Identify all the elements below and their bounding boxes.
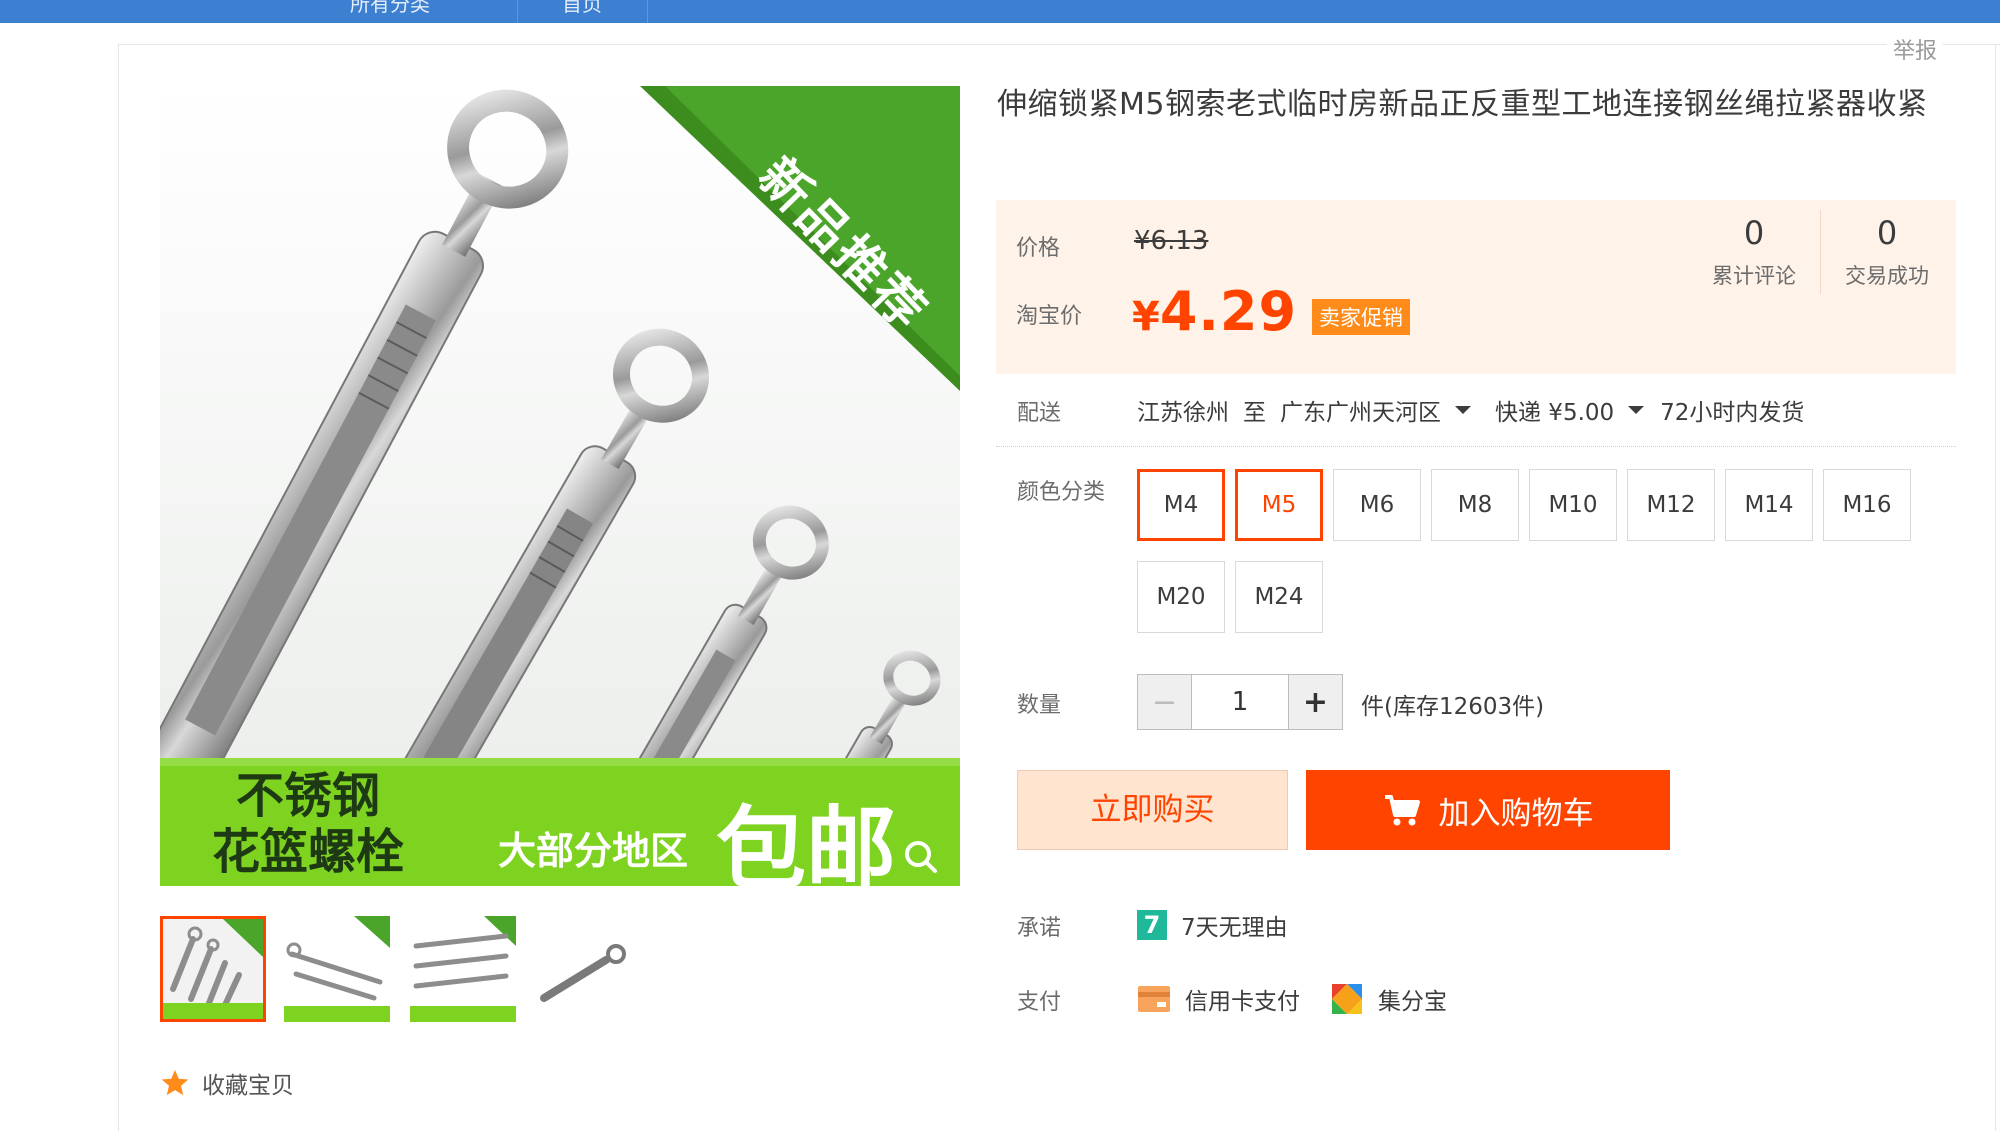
buy-now-button[interactable]: 立即购买	[1017, 770, 1288, 850]
sku-option-m14[interactable]: M14	[1725, 469, 1813, 541]
taobao-price-label: 淘宝价	[1016, 304, 1083, 329]
free-shipping-small: 大部分地区	[498, 829, 689, 873]
thumbnail-4[interactable]	[536, 916, 642, 1022]
frame-right-rule	[1995, 44, 1996, 1131]
promise-label: 承诺	[1017, 916, 1062, 941]
promise-row[interactable]: 7 7天无理由	[1137, 908, 1288, 942]
thumbnail-3[interactable]	[410, 916, 516, 1022]
sku-option-m16[interactable]: M16	[1823, 469, 1911, 541]
main-product-image[interactable]: 新品推荐 不锈钢 花篮螺栓 大部分地区 包邮	[160, 86, 960, 886]
original-price: ¥6.13	[1134, 226, 1209, 256]
quantity-input[interactable]: 1	[1192, 675, 1288, 729]
price-label: 价格	[1016, 236, 1061, 261]
add-to-cart-button[interactable]: 加入购物车	[1306, 770, 1670, 850]
currency-symbol: ¥	[1132, 294, 1160, 340]
sku-option-m20[interactable]: M20	[1137, 561, 1225, 633]
sku-option-m10[interactable]: M10	[1529, 469, 1617, 541]
jifenbao-icon	[1332, 984, 1362, 1014]
promo-badge: 卖家促销	[1312, 299, 1410, 335]
thumbnail-1[interactable]	[160, 916, 266, 1022]
deals-stat: 0 交易成功	[1821, 210, 1953, 290]
payment-row: 信用卡支付 集分宝	[1137, 982, 1447, 1016]
nav-all-categories[interactable]: 所有分类	[350, 0, 430, 23]
sku-option-m6[interactable]: M6	[1333, 469, 1421, 541]
chevron-down-icon[interactable]	[1455, 406, 1471, 414]
ship-destination[interactable]: 广东广州天河区	[1280, 393, 1441, 427]
nav-divider	[517, 0, 518, 23]
reviews-label: 累计评论	[1712, 264, 1796, 288]
quantity-stepper: − 1 +	[1137, 674, 1343, 730]
credit-card-label[interactable]: 信用卡支付	[1185, 982, 1300, 1016]
stainless-label: 不锈钢 花篮螺栓	[212, 768, 405, 880]
ship-dispatch: 72小时内发货	[1660, 400, 1805, 426]
thumbnail-2[interactable]	[284, 916, 390, 1022]
top-nav-bar: 所有分类 首页	[0, 0, 2000, 23]
favorite-label: 收藏宝贝	[202, 1073, 294, 1099]
deals-count: 0	[1876, 214, 1898, 252]
sku-label: 颜色分类	[1017, 480, 1106, 505]
current-price: ¥4.29	[1132, 280, 1297, 343]
reviews-count: 0	[1743, 214, 1765, 252]
ship-method[interactable]: 快递 ¥5.00	[1495, 393, 1614, 427]
current-price-value: 4.29	[1159, 280, 1298, 343]
quantity-label: 数量	[1017, 693, 1062, 718]
add-to-cart-label: 加入购物车	[1438, 795, 1594, 832]
divider	[996, 446, 1956, 447]
sku-option-m5[interactable]: M5	[1235, 469, 1323, 541]
ship-to-word: 至	[1243, 400, 1266, 426]
report-link[interactable]: 举报	[1887, 33, 1944, 65]
ship-from: 江苏徐州	[1137, 400, 1229, 426]
sku-option-m12[interactable]: M12	[1627, 469, 1715, 541]
seven-day-return-icon: 7	[1137, 910, 1167, 940]
stock-count: 件(库存12603件)	[1361, 694, 1545, 720]
product-title: 伸缩锁紧M5钢索老式临时房新品正反重型工地连接钢丝绳拉紧器收紧	[997, 87, 1928, 122]
promise-text: 7天无理由	[1181, 915, 1288, 941]
payment-label: 支付	[1017, 990, 1062, 1015]
chevron-down-icon[interactable]	[1628, 406, 1645, 414]
reviews-stat[interactable]: 0 累计评论	[1688, 210, 1820, 290]
sku-option-m8[interactable]: M8	[1431, 469, 1519, 541]
shipping-label: 配送	[1017, 401, 1062, 426]
deals-label: 交易成功	[1845, 264, 1929, 288]
sku-option-m4[interactable]: M4	[1137, 469, 1225, 541]
price-panel: 价格 ¥6.13 淘宝价 ¥4.29 卖家促销 0 累计评论 0 交易成功	[996, 200, 1956, 374]
quantity-increase-button[interactable]: +	[1288, 675, 1342, 729]
jifenbao-label[interactable]: 集分宝	[1378, 982, 1447, 1016]
free-shipping-big: 包邮	[716, 797, 896, 886]
credit-card-icon	[1138, 986, 1170, 1012]
favorite-item[interactable]: 收藏宝贝	[160, 1066, 294, 1100]
shipping-row: 江苏徐州 至 广东广州天河区 快递 ¥5.00 72小时内发货	[1137, 393, 1804, 427]
quantity-decrease-button[interactable]: −	[1138, 675, 1192, 729]
cart-icon	[1384, 795, 1420, 826]
nav-divider	[647, 0, 648, 23]
nav-home[interactable]: 首页	[562, 0, 602, 23]
sku-option-m24[interactable]: M24	[1235, 561, 1323, 633]
star-icon	[161, 1069, 189, 1096]
